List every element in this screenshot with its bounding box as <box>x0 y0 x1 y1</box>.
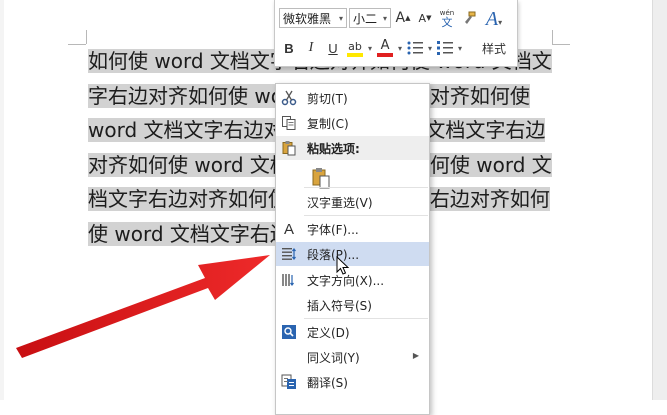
chevron-down-icon[interactable]: ▾ <box>398 44 402 53</box>
translate-icon <box>279 372 299 392</box>
menu-item-paragraph[interactable]: 段落(P)... <box>276 242 429 266</box>
font-icon: A <box>283 220 294 238</box>
bullets-icon[interactable] <box>405 38 425 58</box>
paragraph-icon <box>279 244 299 264</box>
scissors-icon <box>279 88 299 108</box>
menu-paste-options-header: 粘贴选项: <box>276 136 429 160</box>
clipboard-icon <box>279 138 299 158</box>
menu-item-hanzi-reselect[interactable]: 汉字重选(V) <box>276 190 429 214</box>
menu-item-synonyms[interactable]: 同义词(Y) ▶ <box>276 345 429 369</box>
chevron-down-icon[interactable]: ▾ <box>458 44 462 53</box>
menu-item-define[interactable]: 定义(D) <box>276 320 429 344</box>
shrink-font-button[interactable]: A ▼ <box>415 8 435 28</box>
chevron-down-icon[interactable]: ▾ <box>368 44 372 53</box>
italic-button[interactable]: I <box>301 38 321 58</box>
text-direction-icon <box>279 270 299 290</box>
menu-item-insert-symbol[interactable]: 插入符号(S) <box>276 293 429 317</box>
menu-item-copy[interactable]: 复制(C) <box>276 111 429 135</box>
phonetic-guide-button[interactable]: wén 文 <box>437 8 457 28</box>
menu-separator <box>304 187 428 188</box>
menu-item-font[interactable]: A 字体(F)... <box>276 217 429 241</box>
styles-icon: A▾ <box>485 8 503 30</box>
chevron-down-icon[interactable]: ▾ <box>428 44 432 53</box>
grow-font-button[interactable]: A ▲ <box>393 8 413 28</box>
mini-toolbar: 微软雅黑▾ 小二▾ A▲ A▼ wén 文 B I U ab ▾ A ▾ <box>274 0 518 67</box>
chevron-down-icon: ▾ <box>382 13 387 23</box>
define-icon <box>279 322 299 342</box>
numbering-icon[interactable] <box>435 38 455 58</box>
styles-button[interactable]: A▾ 样式 <box>475 4 513 60</box>
chevron-down-icon: ▾ <box>338 13 343 23</box>
mouse-pointer-icon <box>336 256 350 275</box>
bold-button[interactable]: B <box>279 38 299 58</box>
font-color-button[interactable]: A <box>375 38 395 58</box>
highlight-color-button[interactable]: ab <box>345 38 365 58</box>
underline-button[interactable]: U <box>323 38 343 58</box>
menu-separator <box>304 318 428 319</box>
copy-icon <box>279 113 299 133</box>
menu-separator <box>304 215 428 216</box>
font-size-combo[interactable]: 小二 ▾ <box>349 8 391 28</box>
menu-item-translate[interactable]: 翻译(S) <box>276 370 429 394</box>
menu-item-cut[interactable]: 剪切(T) <box>276 86 429 110</box>
submenu-arrow-icon: ▶ <box>412 351 419 360</box>
font-name-combo[interactable]: 微软雅黑 ▾ <box>279 8 347 28</box>
menu-item-text-direction[interactable]: 文字方向(X)... <box>276 268 429 292</box>
context-menu: 剪切(T) 复制(C) 粘贴选项: 汉字重选(V) A 字体(F)... 段落(… <box>275 83 430 415</box>
